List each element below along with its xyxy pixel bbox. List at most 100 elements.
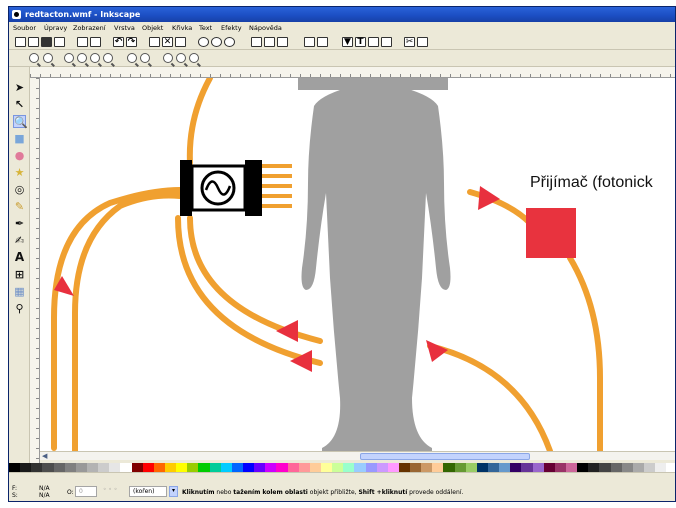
menu-soubor[interactable]: Soubor (13, 24, 36, 32)
palette-swatch[interactable] (31, 463, 43, 472)
undo-icon[interactable]: ↶ (113, 37, 124, 47)
text-tool-icon[interactable]: A (13, 251, 26, 264)
copy-icon[interactable] (149, 37, 160, 47)
palette-swatch[interactable] (109, 463, 121, 472)
palette-swatch[interactable] (365, 463, 377, 472)
layer-dropdown-icon[interactable]: ▾ (169, 486, 178, 497)
zoom-2-1-icon[interactable] (90, 53, 100, 63)
star-tool-icon[interactable]: ★ (13, 166, 26, 179)
menu-krivka[interactable]: Křivka (172, 24, 192, 32)
rectangle-tool-icon[interactable]: ■ (13, 132, 26, 145)
dropper-tool-icon[interactable]: ⚲ (13, 302, 26, 315)
scroll-left-icon[interactable]: ◀ (42, 453, 47, 460)
palette-swatch[interactable] (198, 463, 210, 472)
palette-swatch[interactable] (142, 463, 154, 472)
open-file-icon[interactable] (28, 37, 39, 47)
pen-tool-icon[interactable]: ✒ (13, 217, 26, 230)
group-icon[interactable] (304, 37, 315, 47)
menu-objekt[interactable]: Objekt (142, 24, 163, 32)
palette-swatch[interactable] (521, 463, 533, 472)
palette-swatch[interactable] (499, 463, 511, 472)
zoom-drawing-icon[interactable] (211, 37, 222, 47)
opacity-spinner[interactable]: 0 (75, 486, 97, 497)
palette-swatch[interactable] (75, 463, 87, 472)
palette-swatch[interactable] (131, 463, 143, 472)
palette-swatch[interactable] (9, 463, 21, 472)
zoom-out-icon[interactable] (43, 53, 53, 63)
palette-swatch[interactable] (287, 463, 299, 472)
selector-tool-icon[interactable]: ➤ (13, 81, 26, 94)
new-document-icon[interactable] (15, 37, 26, 47)
menu-text[interactable]: Text (199, 24, 212, 32)
palette-swatch[interactable] (343, 463, 355, 472)
palette-swatch[interactable] (465, 463, 477, 472)
palette-swatch[interactable] (176, 463, 188, 472)
palette-swatch[interactable] (454, 463, 466, 472)
node-tool-icon[interactable]: ↖ (13, 98, 26, 111)
zoom-page-width-icon[interactable] (163, 53, 173, 63)
palette-swatch[interactable] (187, 463, 199, 472)
palette-swatch[interactable] (488, 463, 500, 472)
pencil-tool-icon[interactable]: ✎ (13, 200, 26, 213)
palette-swatch[interactable] (599, 463, 611, 472)
palette-swatch[interactable] (86, 463, 99, 472)
drawing-canvas[interactable]: Přijímač (fotonick (40, 78, 675, 451)
palette-swatch[interactable] (309, 463, 321, 472)
scrollbar-thumb[interactable] (360, 453, 530, 460)
palette-swatch[interactable] (298, 463, 310, 472)
horizontal-scrollbar[interactable]: ◀ (40, 451, 675, 460)
menu-upravy[interactable]: Úpravy (44, 24, 67, 32)
palette-swatch[interactable] (387, 463, 399, 472)
duplicate-icon[interactable] (251, 37, 262, 47)
menu-efekty[interactable]: Efekty (221, 24, 242, 32)
zoom-selection-2-icon[interactable] (103, 53, 113, 63)
palette-swatch[interactable] (543, 463, 555, 472)
calligraphy-tool-icon[interactable]: ✍ (13, 234, 26, 247)
palette-swatch[interactable] (632, 463, 645, 472)
clone-icon[interactable] (264, 37, 275, 47)
palette-swatch[interactable] (443, 463, 455, 472)
palette-swatch[interactable] (120, 463, 132, 472)
palette-swatch[interactable] (532, 463, 544, 472)
layer-select[interactable]: (kořen) (129, 486, 167, 497)
palette-swatch[interactable] (566, 463, 578, 472)
palette-swatch[interactable] (320, 463, 333, 472)
cut-icon[interactable]: ✕ (162, 37, 173, 47)
redo-icon[interactable]: ↷ (126, 37, 137, 47)
opacity-slider-icon[interactable]: ◦ ◦ ◦ (103, 486, 127, 497)
connector-tool-icon[interactable]: ⊞ (13, 268, 26, 281)
zoom-selection-icon[interactable] (198, 37, 209, 47)
menu-napoveda[interactable]: Nápověda (249, 24, 282, 32)
palette-swatch[interactable] (554, 463, 567, 472)
palette-swatch[interactable] (410, 463, 422, 472)
palette-swatch[interactable] (42, 463, 54, 472)
spiral-tool-icon[interactable]: ◎ (13, 183, 26, 196)
palette-swatch[interactable] (376, 463, 388, 472)
xml-editor-icon[interactable] (368, 37, 379, 47)
text-font-icon[interactable]: T (355, 37, 366, 47)
palette-swatch[interactable] (53, 463, 65, 472)
palette-swatch[interactable] (332, 463, 344, 472)
palette-swatch[interactable] (432, 463, 444, 472)
palette-swatch[interactable] (242, 463, 255, 472)
palette-swatch[interactable] (164, 463, 177, 472)
palette-swatch[interactable] (265, 463, 277, 472)
menu-vrstva[interactable]: Vrstva (114, 24, 135, 32)
menu-zobrazeni[interactable]: Zobrazení (73, 24, 106, 32)
document-properties-icon[interactable] (417, 37, 428, 47)
import-icon[interactable] (77, 37, 88, 47)
paste-icon[interactable] (175, 37, 186, 47)
gradient-tool-icon[interactable]: ▦ (13, 285, 26, 298)
vertical-ruler[interactable] (30, 78, 40, 471)
fill-stroke-icon[interactable]: ▼ (342, 37, 353, 47)
palette-swatch[interactable] (655, 463, 667, 472)
zoom-drawing-2-icon[interactable] (127, 53, 137, 63)
zoom-1-2-icon[interactable] (77, 53, 87, 63)
palette-swatch[interactable] (153, 463, 165, 472)
palette-swatch[interactable] (644, 463, 656, 472)
palette-swatch[interactable] (220, 463, 232, 472)
palette-swatch[interactable] (20, 463, 32, 472)
print-icon[interactable] (54, 37, 65, 47)
palette-swatch[interactable] (610, 463, 622, 472)
palette-swatch[interactable] (476, 463, 489, 472)
